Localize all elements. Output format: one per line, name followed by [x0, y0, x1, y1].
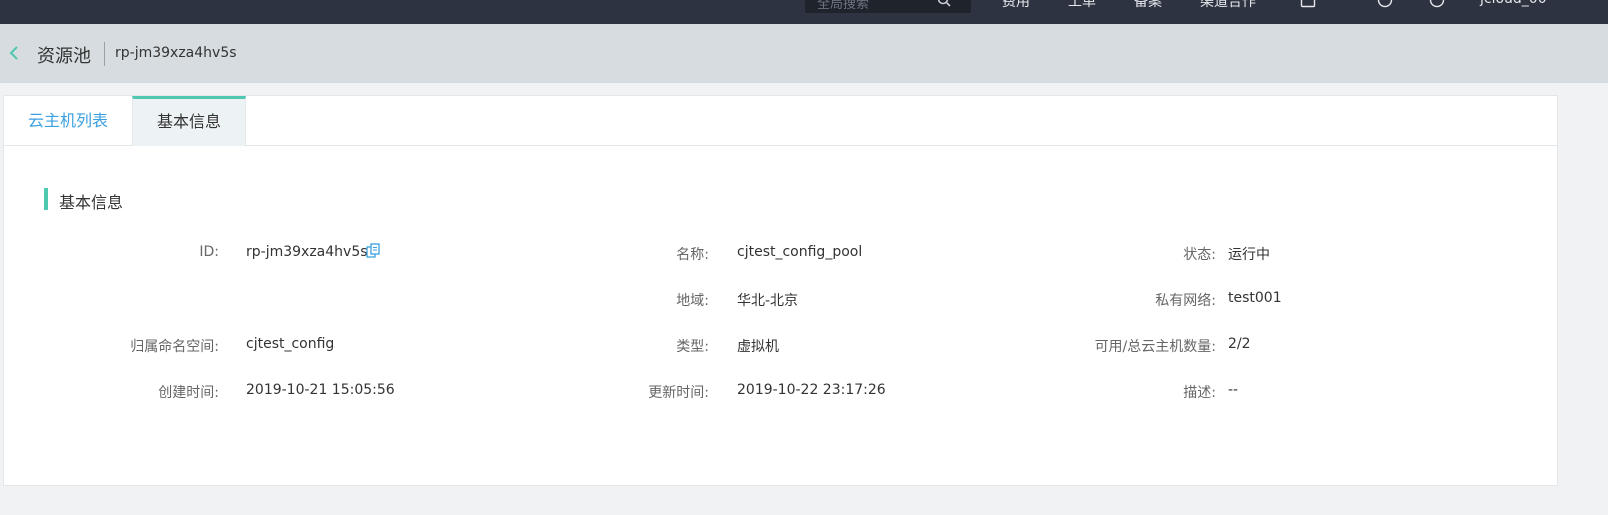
type-label: 类型: [676, 339, 709, 355]
updated-time-value: 2019-10-22 23:17:26 [737, 382, 886, 398]
breadcrumb-current: rp-jm39xza4hv5s [115, 45, 237, 61]
status-label: 状态: [1183, 247, 1216, 263]
search-placeholder: 全局搜索 [817, 0, 870, 12]
vpc-value: test001 [1228, 290, 1282, 306]
search-icon[interactable] [937, 0, 951, 7]
instance-count-value: 2/2 [1228, 336, 1251, 352]
detail-panel: 云主机列表 基本信息 基本信息 ID: rp-jm39xza4hv5s 名称: … [3, 95, 1558, 486]
notification-icon[interactable] [1429, 0, 1445, 8]
created-time-value: 2019-10-21 15:05:56 [246, 382, 395, 398]
updated-time-label: 更新时间: [648, 385, 709, 401]
nav-billing[interactable]: 费用 [1002, 0, 1030, 11]
name-label: 名称: [676, 247, 709, 263]
region-value: 华北-北京 [737, 293, 799, 309]
section-accent-bar [44, 188, 48, 210]
type-value: 虚拟机 [737, 339, 779, 355]
tab-bar: 云主机列表 基本信息 [4, 96, 1557, 146]
help-icon[interactable] [1377, 0, 1393, 8]
region-label: 地域: [676, 293, 709, 309]
description-value: -- [1228, 382, 1239, 398]
namespace-label: 归属命名空间: [130, 339, 219, 355]
nav-channel-partner[interactable]: 渠道合作 [1200, 0, 1256, 11]
tab-instance-list[interactable]: 云主机列表 [4, 96, 132, 146]
breadcrumb-separator [104, 42, 105, 66]
nav-filing[interactable]: 备案 [1134, 0, 1162, 11]
name-value: cjtest_config_pool [737, 244, 863, 260]
breadcrumb: 资源池 rp-jm39xza4hv5s [0, 24, 1608, 83]
message-icon[interactable] [1300, 0, 1316, 8]
namespace-value: cjtest_config [246, 336, 335, 352]
breadcrumb-parent-link[interactable]: 资源池 [37, 42, 91, 68]
id-label: ID: [199, 244, 219, 260]
status-value: 运行中 [1228, 247, 1270, 263]
description-label: 描述: [1183, 385, 1216, 401]
instance-count-label: 可用/总云主机数量: [1094, 339, 1216, 355]
nav-tickets[interactable]: 工单 [1068, 0, 1096, 11]
vpc-label: 私有网络: [1155, 293, 1216, 309]
copy-icon[interactable] [366, 243, 380, 258]
id-value: rp-jm39xza4hv5s [246, 244, 368, 260]
section-title: 基本信息 [59, 193, 124, 212]
user-account-name[interactable]: jcloud_00 [1480, 0, 1547, 7]
tab-basic-info[interactable]: 基本信息 [132, 96, 246, 146]
created-time-label: 创建时间: [158, 385, 219, 401]
top-navigation-bar: 全局搜索 费用 工单 备案 渠道合作 jcloud_00 [0, 0, 1608, 24]
back-arrow-icon[interactable] [7, 45, 21, 61]
